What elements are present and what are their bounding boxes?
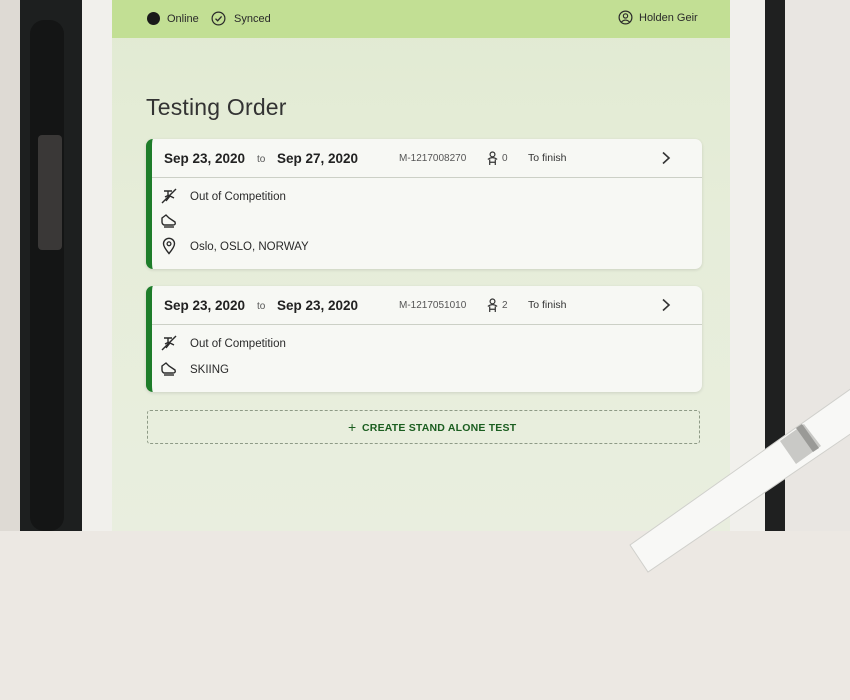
no-competition-icon — [161, 188, 177, 204]
page-title: Testing Order — [146, 94, 287, 120]
online-status-label: Online — [167, 13, 199, 25]
order-card-header[interactable]: Sep 23, 2020 to Sep 27, 2020 M-121700827… — [152, 139, 702, 178]
case-button — [38, 135, 62, 250]
user-name[interactable]: Holden Geir — [639, 12, 698, 24]
athlete-icon — [487, 298, 498, 312]
online-status-icon — [147, 12, 160, 25]
athlete-count: 0 — [502, 153, 508, 164]
order-location: Oslo, OSLO, NORWAY — [190, 241, 309, 253]
no-competition-icon — [161, 335, 177, 351]
chevron-right-icon[interactable] — [661, 151, 671, 165]
top-status-bar: Online Synced Holden Geir — [112, 0, 730, 38]
competition-type: Out of Competition — [190, 338, 286, 350]
order-end-date: Sep 23, 2020 — [277, 298, 359, 313]
order-id: M-1217051010 — [399, 300, 467, 311]
competition-type: Out of Competition — [190, 191, 286, 203]
order-end-date: Sep 27, 2020 — [277, 151, 359, 166]
date-range-separator: to — [257, 301, 266, 312]
case-pencil-slot — [30, 20, 64, 531]
shoe-icon — [161, 362, 176, 376]
order-start-date: Sep 23, 2020 — [164, 151, 246, 166]
athlete-count: 2 — [502, 300, 508, 311]
order-status: To finish — [528, 299, 567, 311]
tablet-bezel-left — [82, 0, 112, 531]
location-pin-icon — [162, 237, 176, 255]
athlete-icon — [487, 151, 498, 165]
testing-order-card[interactable]: Sep 23, 2020 to Sep 27, 2020 M-121700827… — [146, 139, 702, 269]
order-id: M-1217008270 — [399, 153, 467, 164]
order-start-date: Sep 23, 2020 — [164, 298, 246, 313]
user-icon[interactable] — [618, 10, 633, 25]
desk-surface-left — [0, 0, 22, 531]
synced-check-icon — [211, 11, 226, 26]
plus-icon: + — [348, 419, 357, 435]
stylus-pencil — [629, 388, 850, 573]
shoe-icon — [161, 214, 176, 228]
synced-status-label: Synced — [234, 13, 271, 25]
create-standalone-test-label: CREATE STAND ALONE TEST — [362, 422, 517, 434]
date-range-separator: to — [257, 154, 266, 165]
order-status: To finish — [528, 152, 567, 164]
sport-name: SKIING — [190, 364, 229, 376]
